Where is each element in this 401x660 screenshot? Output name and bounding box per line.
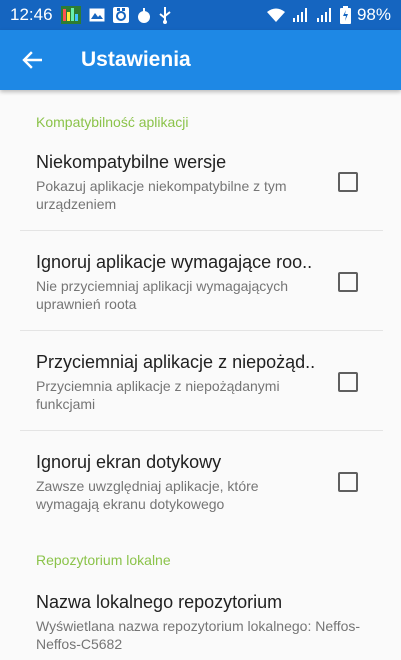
checkbox[interactable] [338,172,358,192]
pref-incompatible-versions[interactable]: Niekompatybilne wersje Pokazuj aplikacje… [0,146,401,231]
app-toolbar: Ustawienia [0,30,401,90]
wifi-icon [266,7,286,23]
pref-summary: Przyciemnia aplikacje z niepożądanymi fu… [36,378,280,412]
signal-icon [292,7,310,23]
pref-title: Przyciemniaj aplikacje z niepożąd.. [36,352,316,372]
page-title: Ustawienia [81,48,191,71]
pref-summary: Zawsze uwzględniaj aplikacje, które wyma… [36,478,259,512]
divider [20,230,383,231]
pref-title: Ignoruj ekran dotykowy [36,452,222,472]
back-arrow-icon[interactable] [22,50,43,70]
pref-title: Nazwa lokalnego repozytorium [36,592,283,612]
pref-local-repo-name[interactable]: Nazwa lokalnego repozytorium Wyświetlana… [0,586,401,660]
pref-ignore-touchscreen[interactable]: Ignoruj ekran dotykowy Zawsze uwzględnia… [0,446,401,531]
battery-icon [339,6,351,24]
category-compatibility: Kompatybilność aplikacji [36,114,189,130]
status-time: 12:46 [10,5,53,24]
pref-title: Niekompatybilne wersje [36,152,227,172]
signal-icon [316,7,334,23]
pref-title: Ignoruj aplikacje wymagające roo.. [36,252,313,272]
checkbox[interactable] [338,372,358,392]
divider [20,330,383,331]
pref-ignore-root-apps[interactable]: Ignoruj aplikacje wymagające roo.. Nie p… [0,246,401,331]
taskmanager-icon [60,6,81,24]
checkbox[interactable] [338,272,358,292]
checkbox[interactable] [338,472,358,492]
refresh-app-icon [112,7,129,23]
divider [20,430,383,431]
status-bar: 12:46 98% [0,0,401,30]
usb-icon [158,6,171,24]
category-local-repo: Repozytorium lokalne [36,552,171,568]
battery-percent: 98% [356,5,391,24]
bomb-icon [137,7,151,23]
image-icon [89,8,105,22]
pref-dim-antifeature-apps[interactable]: Przyciemniaj aplikacje z niepożąd.. Przy… [0,346,401,431]
pref-summary: Wyświetlana nazwa repozytorium lokalnego… [36,618,361,652]
pref-summary: Nie przyciemniaj aplikacji wymagających … [36,278,289,312]
pref-summary: Pokazuj aplikacje niekompatybilne z tym … [36,178,287,212]
